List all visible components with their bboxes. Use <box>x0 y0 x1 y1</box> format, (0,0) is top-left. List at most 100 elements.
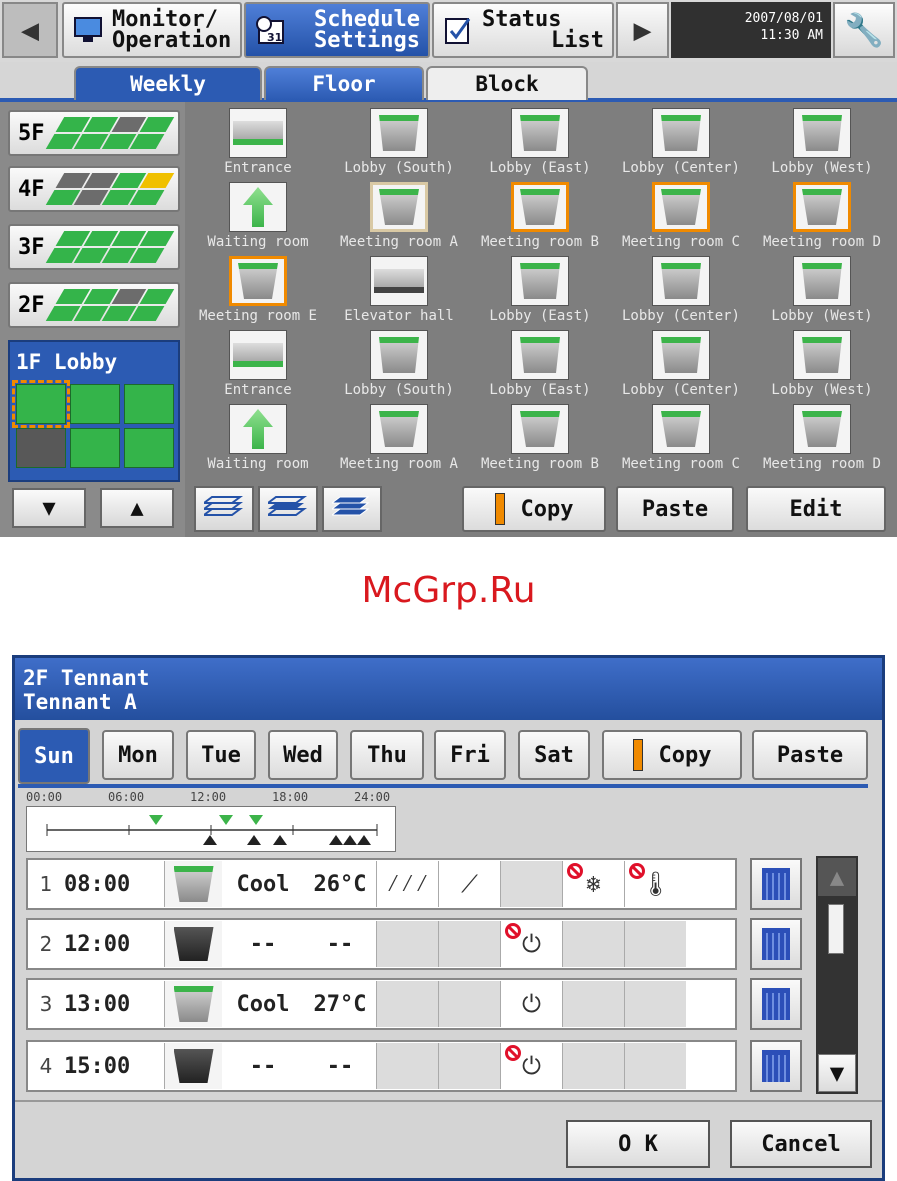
event-row-2[interactable]: 2 12:00 -- -- ⏻ <box>26 918 737 970</box>
ceiling-unit-icon <box>652 330 710 380</box>
day-tab-wed[interactable]: Wed <box>268 730 338 780</box>
monitor-operation-button[interactable]: Monitor/Operation <box>62 2 242 58</box>
scroll-down-button[interactable]: ▼ <box>12 488 86 528</box>
unit-cell[interactable]: Meeting room C <box>611 182 751 254</box>
unit-cell[interactable]: Lobby (Center) <box>611 256 751 328</box>
unit-name: Entrance <box>224 160 292 176</box>
day-tab-sun[interactable]: Sun <box>18 728 90 784</box>
empty-option-cell <box>438 1043 500 1089</box>
block-tile[interactable] <box>12 380 70 428</box>
dialog-copy-button[interactable]: Copy <box>602 730 742 780</box>
block-tile[interactable] <box>70 428 120 468</box>
day-tab-sat[interactable]: Sat <box>518 730 590 780</box>
block-tile[interactable] <box>16 428 66 468</box>
delete-event-3-button[interactable] <box>750 978 802 1030</box>
unit-cell[interactable]: Lobby (West) <box>752 330 892 402</box>
status-list-button[interactable]: Status List <box>432 2 614 58</box>
unit-cell[interactable]: Lobby (East) <box>470 256 610 328</box>
floor-3f-button[interactable]: 3F <box>8 224 180 270</box>
unit-cell[interactable]: Meeting room B <box>470 404 610 476</box>
day-tab-fri[interactable]: Fri <box>434 730 506 780</box>
unit-cell[interactable]: Entrance <box>188 108 328 180</box>
unit-cell[interactable]: Elevator hall <box>329 256 469 328</box>
monitor-icon <box>72 15 104 45</box>
ok-button[interactable]: O K <box>566 1120 710 1168</box>
unit-cell[interactable]: Meeting room B <box>470 182 610 254</box>
layers-mixed-icon <box>265 491 308 527</box>
day-tab-tue[interactable]: Tue <box>186 730 256 780</box>
unit-cell[interactable]: Lobby (Center) <box>611 330 751 402</box>
event-row-3[interactable]: 3 13:00 Cool 27°C ⏻ <box>26 978 737 1030</box>
delete-event-4-button[interactable] <box>750 1040 802 1092</box>
unit-cell[interactable]: Waiting room <box>188 404 328 476</box>
unit-cell[interactable]: Meeting room E <box>188 256 328 328</box>
timeline-label: 18:00 <box>272 790 309 804</box>
cassette-unit-icon <box>229 256 287 306</box>
event-row-1[interactable]: 1 08:00 Cool 26°C ⁄⁄⁄ ⟋ ❄ 🌡 <box>26 858 737 910</box>
unit-cell[interactable]: Lobby (East) <box>470 330 610 402</box>
unit-cell[interactable]: Lobby (Center) <box>611 108 751 180</box>
unit-cell[interactable]: Lobby (South) <box>329 108 469 180</box>
scroll-thumb[interactable] <box>828 904 844 954</box>
unit-cell[interactable]: Meeting room D <box>752 404 892 476</box>
monitor-label-2: Operation <box>112 28 232 53</box>
event-number: 4 <box>39 1054 53 1078</box>
scroll-up-arrow[interactable]: ▲ <box>818 858 856 896</box>
unit-name: Lobby (Center) <box>621 308 740 324</box>
unit-cell[interactable]: Meeting room D <box>752 182 892 254</box>
tab-floor[interactable]: Floor <box>264 66 424 100</box>
scroll-up-button[interactable]: ▲ <box>100 488 174 528</box>
block-tile[interactable] <box>124 384 174 424</box>
unit-name: Meeting room C <box>621 234 740 250</box>
block-tile[interactable] <box>124 428 174 468</box>
schedule-settings-button[interactable]: 31 Schedule Settings <box>244 2 430 58</box>
cancel-button[interactable]: Cancel <box>730 1120 872 1168</box>
floor-4f-button[interactable]: 4F <box>8 166 180 212</box>
power-prohibit-icon: ⏻ <box>500 921 562 967</box>
layer-view-3-button[interactable] <box>322 486 382 532</box>
tab-weekly[interactable]: Weekly <box>74 66 262 100</box>
empty-option-cell <box>376 921 438 967</box>
cassette-unit-icon <box>511 404 569 454</box>
unit-cell[interactable]: Meeting room A <box>329 182 469 254</box>
event-number: 1 <box>39 872 53 896</box>
block-tile[interactable] <box>70 384 120 424</box>
unit-cell[interactable]: Meeting room A <box>329 404 469 476</box>
floor-5f-button[interactable]: 5F <box>8 110 180 156</box>
layer-view-2-button[interactable] <box>258 486 318 532</box>
nav-next-button[interactable]: ▶ <box>616 2 669 58</box>
ceiling-unit-icon <box>511 256 569 306</box>
copy-button[interactable]: Copy <box>462 486 606 532</box>
unit-cell[interactable]: Lobby (West) <box>752 108 892 180</box>
unit-cell[interactable]: Lobby (East) <box>470 108 610 180</box>
calendar-clock-icon: 31 <box>254 15 286 45</box>
unit-off-icon <box>164 921 222 967</box>
paste-button[interactable]: Paste <box>616 486 734 532</box>
unit-name: Meeting room B <box>480 456 599 472</box>
triangle-down-icon: ▼ <box>42 495 56 521</box>
maintenance-button[interactable]: 🔧 <box>833 2 895 58</box>
unit-cell[interactable]: Meeting room C <box>611 404 751 476</box>
event-row-4[interactable]: 4 15:00 -- -- ⏻ <box>26 1040 737 1092</box>
empty-option-cell <box>624 1043 686 1089</box>
unit-cell[interactable]: Lobby (South) <box>329 330 469 402</box>
cassette-unit-icon <box>370 404 428 454</box>
edit-button[interactable]: Edit <box>746 486 886 532</box>
triangle-down-icon: ▼ <box>829 1059 845 1087</box>
delete-event-1-button[interactable] <box>750 858 802 910</box>
delete-event-2-button[interactable] <box>750 918 802 970</box>
day-tab-mon[interactable]: Mon <box>102 730 174 780</box>
unit-cell[interactable]: Waiting room <box>188 182 328 254</box>
scroll-down-arrow[interactable]: ▼ <box>818 1054 856 1092</box>
unit-name: Lobby (Center) <box>621 382 740 398</box>
tab-block[interactable]: Block <box>426 66 588 100</box>
floor-2f-button[interactable]: 2F <box>8 282 180 328</box>
nav-prev-button[interactable]: ◀ <box>2 2 58 58</box>
unit-cell[interactable]: Entrance <box>188 330 328 402</box>
layer-view-1-button[interactable] <box>194 486 254 532</box>
day-tab-thu[interactable]: Thu <box>350 730 424 780</box>
dialog-paste-button[interactable]: Paste <box>752 730 868 780</box>
unit-cell[interactable]: Lobby (West) <box>752 256 892 328</box>
floor-1f-lobby-selected[interactable]: 1F Lobby <box>8 340 180 482</box>
event-time: 12:00 <box>64 931 131 957</box>
